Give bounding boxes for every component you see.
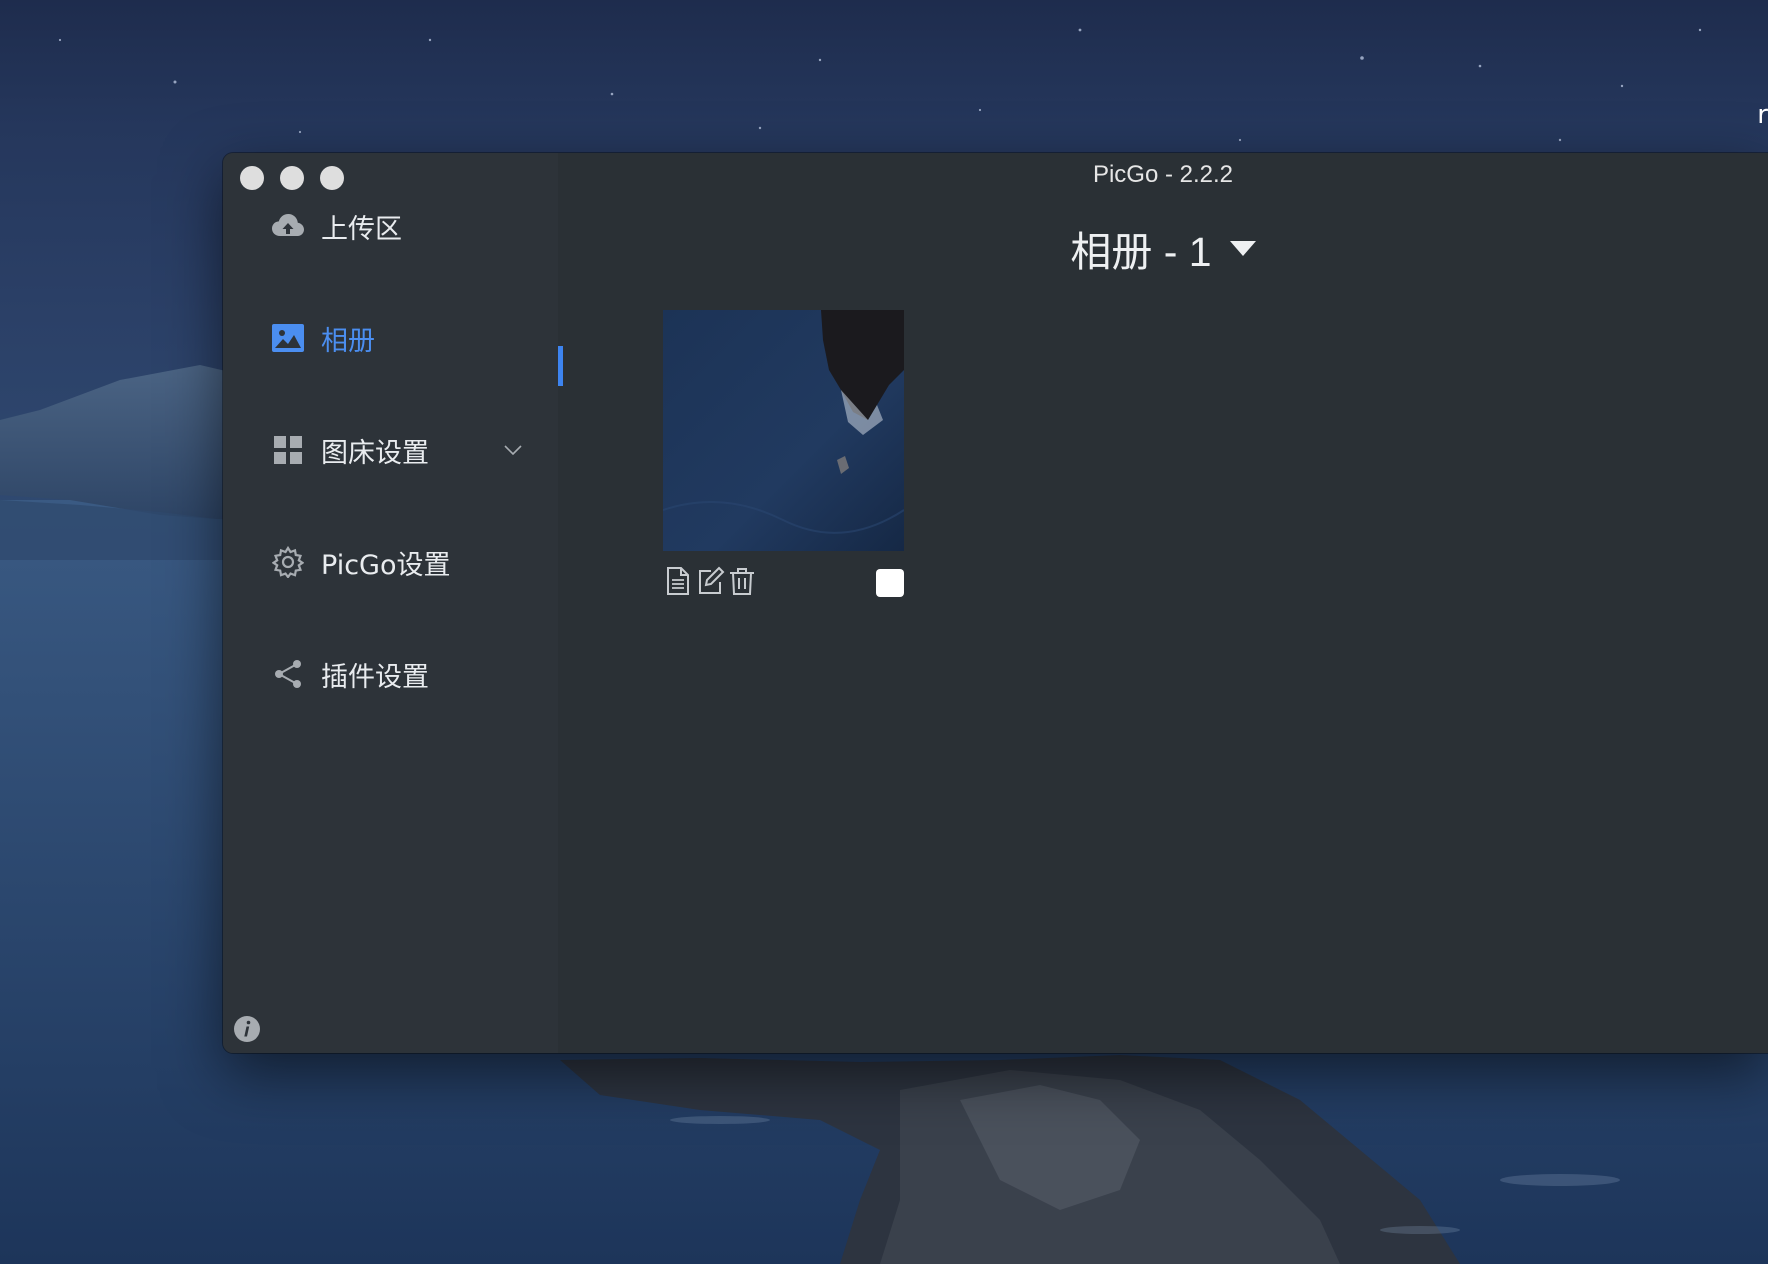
- sidebar: 上传区 相册 图床设置 PicGo设置 插件设置: [223, 153, 558, 1053]
- image-card-actions: [663, 566, 904, 600]
- gallery-panel: 相册 - 1: [558, 153, 1768, 1053]
- image-card: [663, 310, 904, 597]
- window-controls: [240, 166, 344, 190]
- sidebar-item-label: PicGo设置: [321, 549, 451, 581]
- sidebar-item-label: 图床设置: [321, 437, 429, 469]
- picgo-window: 上传区 相册 图床设置 PicGo设置 插件设置 PicGo - 2.2.2 相…: [223, 153, 1768, 1053]
- image-thumbnail[interactable]: [663, 310, 904, 551]
- share-icon: [271, 657, 305, 691]
- info-icon[interactable]: [233, 1015, 261, 1047]
- sidebar-item-plugin-settings[interactable]: 插件设置: [223, 644, 558, 704]
- sidebar-item-label: 插件设置: [321, 661, 429, 693]
- close-window-button[interactable]: [240, 166, 264, 190]
- cloud-upload-icon: [271, 209, 305, 243]
- picture-icon: [271, 321, 305, 355]
- sidebar-item-picbed-settings[interactable]: 图床设置: [223, 420, 558, 480]
- gallery-title: 相册 - 1: [1070, 229, 1212, 275]
- sidebar-item-label: 相册: [321, 325, 375, 357]
- maximize-window-button[interactable]: [320, 166, 344, 190]
- grid-icon: [271, 433, 305, 467]
- edit-icon[interactable]: [697, 566, 725, 598]
- image-select-checkbox[interactable]: [876, 569, 904, 597]
- desktop-edge-text: r: [1757, 100, 1768, 130]
- sidebar-item-gallery[interactable]: 相册: [223, 308, 558, 368]
- sidebar-item-label: 上传区: [321, 213, 402, 245]
- delete-icon[interactable]: [728, 566, 756, 598]
- sidebar-item-picgo-settings[interactable]: PicGo设置: [223, 532, 558, 592]
- copy-document-icon[interactable]: [665, 566, 693, 598]
- sidebar-item-upload[interactable]: 上传区: [223, 196, 558, 256]
- gear-icon: [271, 545, 305, 579]
- gallery-header: 相册 - 1: [558, 218, 1768, 278]
- caret-down-icon[interactable]: [1229, 239, 1256, 257]
- minimize-window-button[interactable]: [280, 166, 304, 190]
- chevron-down-icon[interactable]: [504, 440, 522, 459]
